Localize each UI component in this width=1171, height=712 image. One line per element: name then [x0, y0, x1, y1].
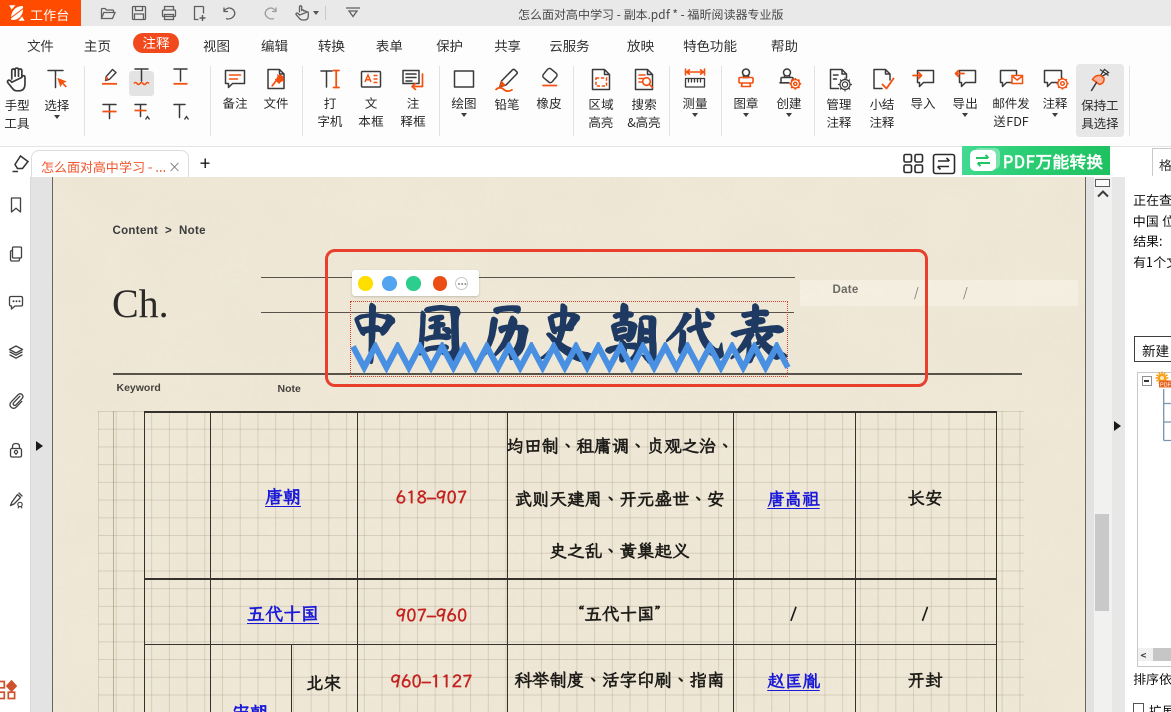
svg-text:PDF: PDF [1160, 382, 1171, 388]
